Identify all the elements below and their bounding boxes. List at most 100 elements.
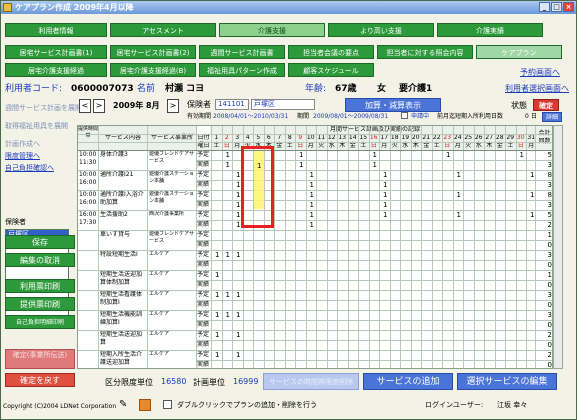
time-limit-delete-button[interactable]: サービスの時間帯限度削除 xyxy=(263,373,359,390)
plan-mark[interactable]: 1 xyxy=(457,210,461,220)
actual-mark[interactable]: 1 xyxy=(310,200,314,210)
plan-mark[interactable]: 1 xyxy=(383,190,387,200)
nav-care-results[interactable]: 介護実績 xyxy=(437,23,543,37)
nav-plan-1[interactable]: 居宅サービス計画書(1) xyxy=(5,45,107,59)
plan-mark[interactable]: 1 xyxy=(215,330,219,340)
sidebar-link-limit[interactable]: 限度管理へ xyxy=(5,151,40,162)
detail-button[interactable]: 詳細 xyxy=(542,112,562,122)
pencil-icon[interactable]: ✎ xyxy=(119,399,129,411)
nav-plan-2[interactable]: 居宅サービス計画書(2) xyxy=(110,45,196,59)
plan-mark[interactable]: 1 xyxy=(457,170,461,180)
plan-mark[interactable]: 1 xyxy=(310,190,314,200)
plan-mark[interactable]: 1 xyxy=(215,350,219,360)
plan-mark[interactable]: 1 xyxy=(446,150,450,160)
actual-mark[interactable]: 1 xyxy=(383,200,387,210)
print-usage-button[interactable]: 利用票印刷 xyxy=(5,279,75,293)
nav-high-support[interactable]: より高い支援 xyxy=(328,23,434,37)
row-office: 遊優フレンドケアサービス xyxy=(149,151,195,164)
actual-mark[interactable]: 1 xyxy=(310,180,314,190)
insurer-no-field[interactable]: 141101 xyxy=(215,99,249,110)
plan-mark[interactable]: 1 xyxy=(373,150,377,160)
plan-mark[interactable]: 1 xyxy=(215,310,219,320)
plan-label: 予定 xyxy=(197,231,210,238)
plan-mark[interactable]: 1 xyxy=(520,150,524,160)
plan-mark[interactable]: 1 xyxy=(530,210,534,220)
cancel-edit-button[interactable]: 編集の取消 xyxy=(5,253,75,267)
plan-mark[interactable]: 1 xyxy=(215,270,219,280)
actual-mark[interactable]: 1 xyxy=(236,200,240,210)
actual-mark[interactable]: 1 xyxy=(299,160,303,170)
status-confirmed-button[interactable]: 確定 xyxy=(533,99,559,111)
plan-mark[interactable]: 1 xyxy=(299,150,303,160)
actual-mark[interactable]: 1 xyxy=(236,220,240,230)
save-button[interactable]: 保存 xyxy=(5,235,75,249)
nav-schedule[interactable]: 顧客スケジュール xyxy=(288,63,374,77)
applying-checkbox[interactable] xyxy=(401,112,408,119)
plan-mark[interactable]: 1 xyxy=(530,190,534,200)
sidebar-link-plan[interactable]: 計画作成へ xyxy=(5,139,40,150)
plan-mark[interactable]: 1 xyxy=(236,330,240,340)
actual-mark[interactable]: 1 xyxy=(226,160,230,170)
gridline xyxy=(197,260,552,261)
plan-mark[interactable]: 1 xyxy=(236,350,240,360)
nav-welfare-pattern[interactable]: 福祉用具パターン作成 xyxy=(199,63,285,77)
row-office: エルケア xyxy=(149,251,170,257)
insurer-name-field[interactable]: 戸塚区 xyxy=(251,99,315,110)
confirm-office-button[interactable]: 確定(事業所伝送) xyxy=(5,349,75,369)
sidebar-link-weekly[interactable]: 週間サービス計画を展開 xyxy=(5,103,82,114)
sidebar-link-burden[interactable]: 自己負担確認へ xyxy=(5,163,54,174)
prev-month-button[interactable]: < xyxy=(79,99,91,113)
nav-inquiry[interactable]: 担当者に対する照会内容 xyxy=(377,45,473,59)
plan-mark[interactable]: 1 xyxy=(236,310,240,320)
close-button[interactable]: × xyxy=(563,2,574,12)
print-provision-button[interactable]: 提供票印刷 xyxy=(5,297,75,311)
plan-mark[interactable]: 1 xyxy=(226,290,230,300)
double-click-checkbox[interactable] xyxy=(163,400,172,409)
plan-mark[interactable]: 1 xyxy=(530,170,534,180)
minimize-button[interactable]: _ xyxy=(539,2,550,12)
nav-meeting-points[interactable]: 担当者会議の要点 xyxy=(288,45,374,59)
nav-care-support[interactable]: 介護支援 xyxy=(219,23,325,37)
reservation-link[interactable]: 予約画面へ xyxy=(520,67,560,78)
nav-progress-b[interactable]: 居宅介護支援経過(B) xyxy=(110,63,196,77)
plan-mark[interactable]: 1 xyxy=(226,250,230,260)
plan-mark[interactable]: 1 xyxy=(236,190,240,200)
actual-mark[interactable]: 1 xyxy=(373,160,377,170)
plan-mark[interactable]: 1 xyxy=(457,190,461,200)
next-month-button[interactable]: > xyxy=(93,99,105,113)
nav-user-info[interactable]: 利用者情報 xyxy=(5,23,107,37)
plan-mark[interactable]: 1 xyxy=(226,310,230,320)
plan-mark[interactable]: 1 xyxy=(310,170,314,180)
plan-mark[interactable]: 1 xyxy=(236,210,240,220)
nav-assessment[interactable]: アセスメント xyxy=(110,23,216,37)
add-service-button[interactable]: サービスの追加 xyxy=(363,373,453,390)
plan-mark[interactable]: 1 xyxy=(226,150,230,160)
plan-mark[interactable]: 1 xyxy=(383,170,387,180)
plan-mark[interactable]: 1 xyxy=(215,290,219,300)
plan-mark[interactable]: 1 xyxy=(215,250,219,260)
print-burden-button[interactable]: 自己負担明細印刷 xyxy=(5,315,75,329)
user-select-link[interactable]: 利用者選択画面へ xyxy=(505,81,569,97)
palette-icon[interactable] xyxy=(139,399,151,411)
app-icon xyxy=(3,3,12,12)
sidebar-link-welfare[interactable]: 取得福祉用具を展開 xyxy=(5,121,68,132)
plan-mark[interactable]: 1 xyxy=(236,250,240,260)
plan-mark[interactable]: 1 xyxy=(383,210,387,220)
validity-value: 2008/04/01〜2010/03/31 xyxy=(213,113,289,120)
col-time-header: 提供時間帯 xyxy=(78,126,98,150)
addition-display-button[interactable]: 加算・減算表示 xyxy=(345,98,441,112)
plan-mark[interactable]: 1 xyxy=(236,170,240,180)
actual-mark[interactable]: 1 xyxy=(310,220,314,230)
grid-scrollbar[interactable] xyxy=(553,125,563,369)
maximize-button[interactable]: □ xyxy=(551,2,562,12)
plan-mark[interactable]: 1 xyxy=(310,210,314,220)
nav-careplan[interactable]: ケアプラン xyxy=(476,45,562,59)
month-jump-button[interactable]: > xyxy=(167,99,179,113)
actual-mark[interactable]: 1 xyxy=(236,180,240,190)
plan-label: 予定 xyxy=(197,211,210,218)
nav-progress[interactable]: 居宅介護支援経過 xyxy=(5,63,107,77)
plan-mark[interactable]: 1 xyxy=(236,290,240,300)
actual-mark[interactable]: 1 xyxy=(383,180,387,190)
edit-selected-service-button[interactable]: 選択サービスの編集 xyxy=(457,373,557,390)
nav-weekly-plan[interactable]: 週間サービス計画書 xyxy=(199,45,285,59)
